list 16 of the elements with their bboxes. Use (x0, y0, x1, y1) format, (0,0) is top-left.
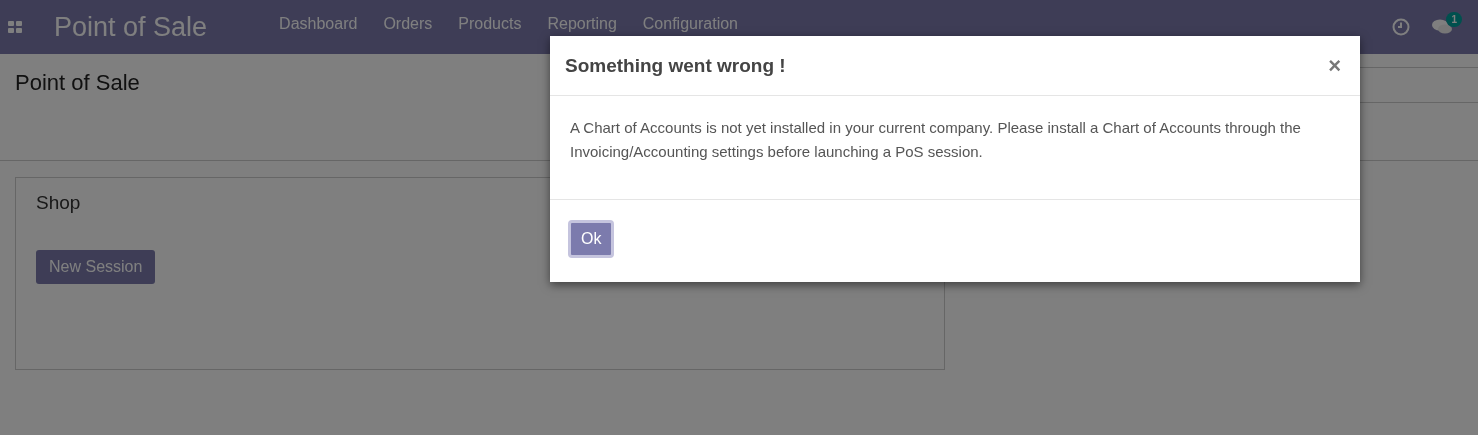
ok-button[interactable]: Ok (568, 220, 615, 258)
clock-icon[interactable] (1392, 18, 1410, 36)
notification-badge: 1 (1446, 12, 1462, 27)
apps-grid-icon[interactable] (8, 21, 22, 33)
nav-menu-item[interactable]: Reporting (547, 15, 617, 33)
nav-menu-item[interactable]: Orders (383, 15, 433, 33)
new-session-button[interactable]: New Session (36, 250, 156, 284)
breadcrumb: Point of Sale (15, 70, 140, 96)
close-button[interactable]: × (1324, 52, 1345, 79)
app-brand: Point of Sale (54, 11, 208, 43)
nav-menu-item[interactable]: Products (458, 15, 522, 33)
error-message: A Chart of Accounts is not yet installed in your current company. Please install a Chart of Accounts through the Invoicing/Accounting settings before launching a PoS session. (570, 118, 1302, 162)
card-title: Shop (36, 192, 81, 214)
nav-menu-item[interactable]: Configuration (642, 15, 738, 33)
dialog-title: Something went wrong ! (565, 54, 786, 77)
nav-menu-item[interactable]: Dashboard (279, 15, 358, 33)
